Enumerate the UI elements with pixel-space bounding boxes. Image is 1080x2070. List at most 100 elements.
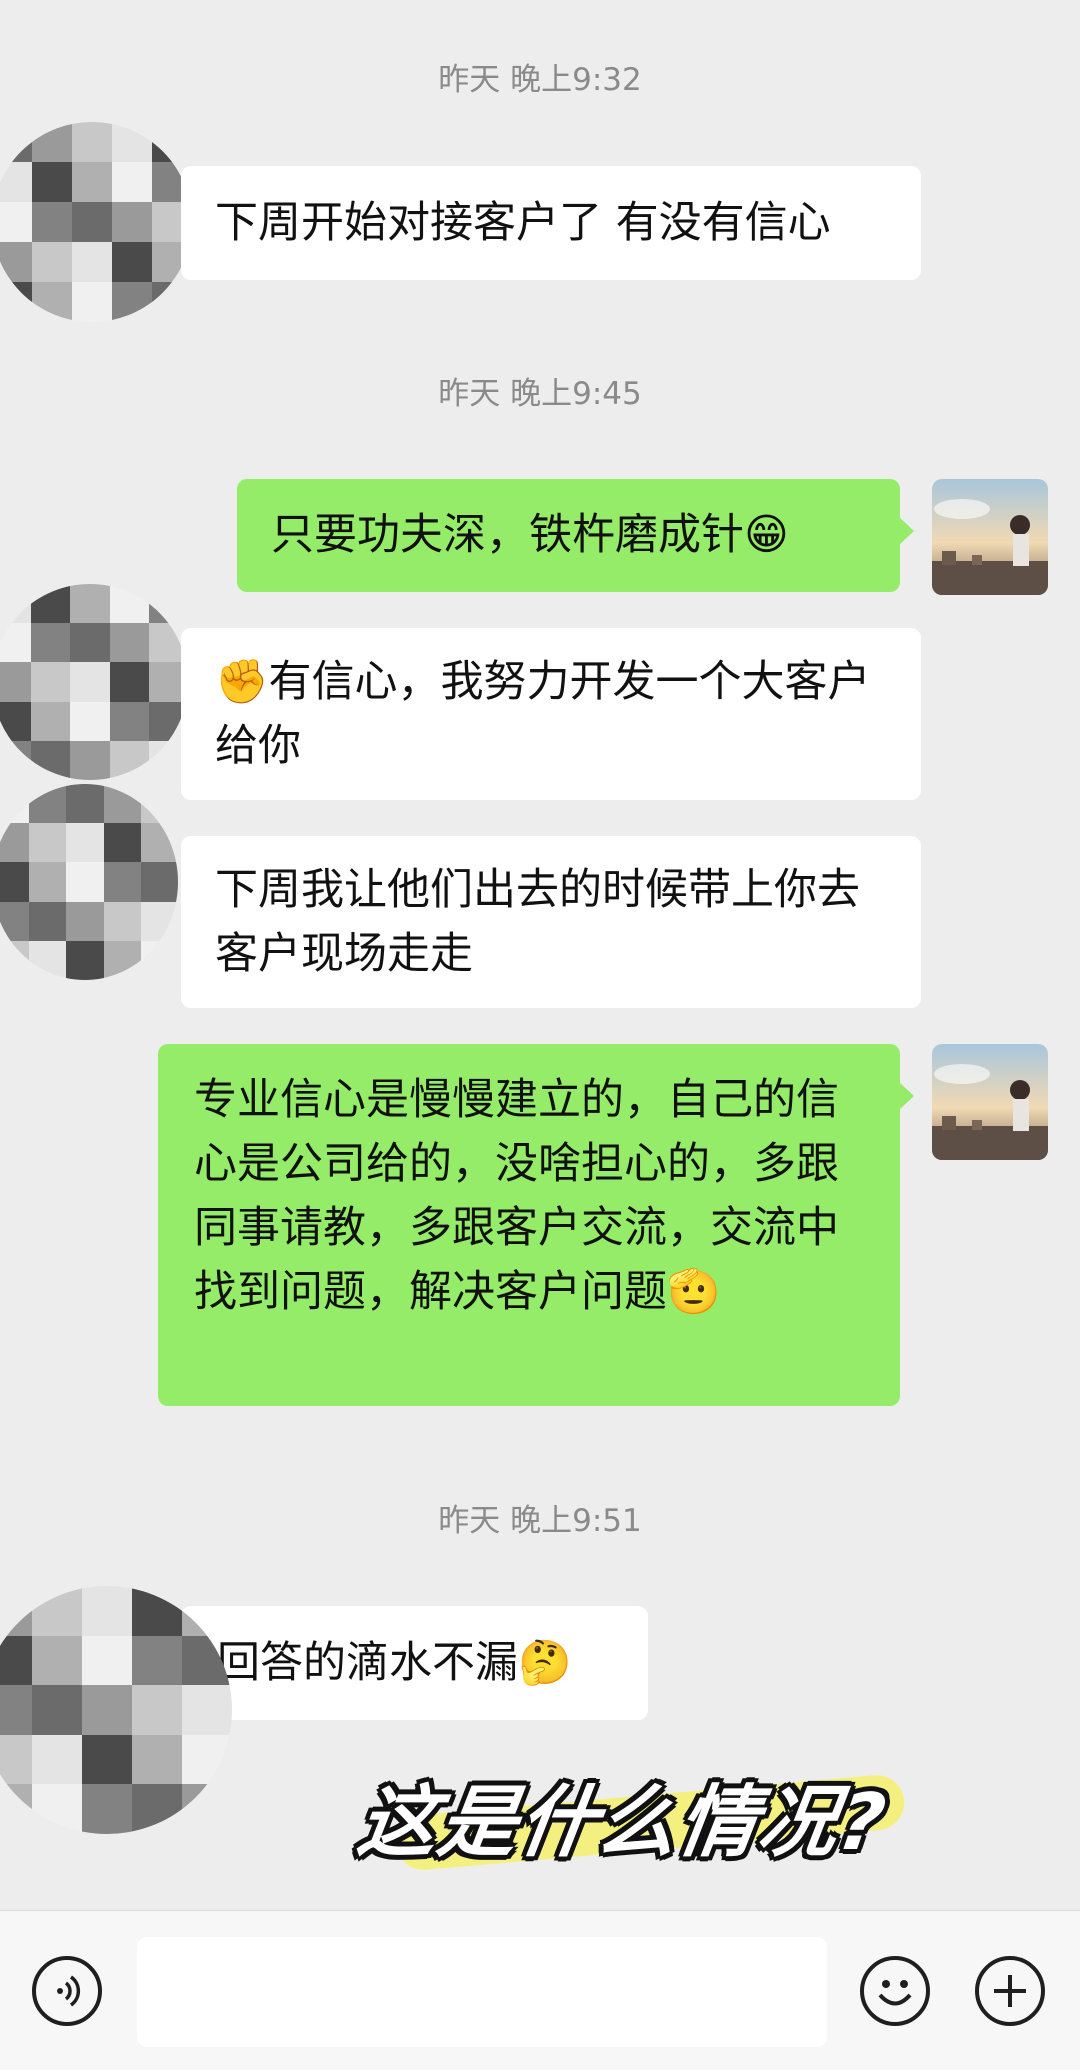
avatar-pixel bbox=[31, 623, 71, 663]
input-bar bbox=[0, 1910, 1080, 2070]
avatar-pixel bbox=[72, 282, 112, 322]
avatar-pixel bbox=[32, 202, 72, 242]
avatar-pixel bbox=[0, 862, 30, 902]
avatar-pixel bbox=[70, 701, 110, 741]
avatar-pixel bbox=[70, 662, 110, 702]
avatar-pixel bbox=[0, 662, 32, 702]
avatar-pixel bbox=[182, 1734, 232, 1785]
overlay-caption: 这是什么情况? bbox=[352, 1778, 893, 1868]
message-bubble[interactable]: 下周我让他们出去的时候带上你去客户现场走走 bbox=[181, 836, 921, 1008]
avatar-pixel bbox=[140, 901, 178, 941]
message-bubble[interactable]: 专业信心是慢慢建立的，自己的信心是公司给的，没啥担心的，多跟同事请教，多跟客户交… bbox=[158, 1044, 914, 1406]
avatar-pixel bbox=[152, 282, 192, 322]
avatar-pixel bbox=[0, 202, 32, 242]
my-avatar[interactable] bbox=[932, 1044, 1048, 1160]
avatar-pixel bbox=[103, 901, 141, 941]
avatar-pixel bbox=[0, 784, 30, 824]
contact-avatar[interactable] bbox=[0, 784, 178, 980]
avatar-pixel bbox=[132, 1635, 182, 1686]
avatar-pixel bbox=[66, 901, 104, 941]
message-bubble[interactable]: 下周开始对接客户了 有没有信心 bbox=[181, 166, 921, 280]
avatar-pixel bbox=[31, 662, 71, 702]
avatar-pixel bbox=[32, 122, 72, 162]
avatar-pixel bbox=[82, 1586, 132, 1636]
avatar-pixel bbox=[0, 701, 32, 741]
avatar-pixel bbox=[66, 823, 104, 863]
avatar-pixel bbox=[109, 662, 149, 702]
timestamp: 昨天 晚上9:51 bbox=[438, 1503, 642, 1539]
avatar-pixel bbox=[72, 242, 112, 282]
avatar-pixel bbox=[152, 122, 192, 162]
avatar-pixel bbox=[32, 1586, 82, 1636]
avatar-pixel bbox=[112, 202, 152, 242]
avatar-pixel bbox=[32, 1635, 82, 1686]
avatar-pixel bbox=[72, 202, 112, 242]
avatar-pixel bbox=[29, 862, 67, 902]
avatar-pixel bbox=[103, 784, 141, 824]
avatar-pixel bbox=[0, 1734, 32, 1785]
avatar-pixel bbox=[29, 784, 67, 824]
avatar-pixel bbox=[0, 823, 30, 863]
my-avatar[interactable] bbox=[932, 479, 1048, 595]
avatar-pixel bbox=[0, 282, 32, 322]
message-bubble[interactable]: 只要功夫深，铁杵磨成针😁 bbox=[237, 479, 914, 592]
avatar-pixel bbox=[29, 823, 67, 863]
avatar-pixel bbox=[132, 1685, 182, 1735]
avatar-pixel bbox=[32, 162, 72, 202]
avatar-pixel bbox=[0, 901, 30, 941]
avatar-pixel bbox=[109, 584, 149, 624]
avatar-pixel bbox=[0, 1784, 32, 1834]
avatar-pixel bbox=[32, 242, 72, 282]
avatar-pixel bbox=[103, 940, 141, 980]
avatar-pixel bbox=[140, 862, 178, 902]
plus-icon[interactable] bbox=[975, 1956, 1045, 2026]
contact-avatar[interactable] bbox=[0, 1586, 232, 1834]
avatar-pixel bbox=[0, 162, 32, 202]
avatar-pixel bbox=[140, 784, 178, 824]
avatar-pixel bbox=[29, 901, 67, 941]
avatar-pixel bbox=[148, 584, 188, 624]
avatar-pixel bbox=[70, 623, 110, 663]
avatar-pixel bbox=[32, 282, 72, 322]
avatar-pixel bbox=[112, 162, 152, 202]
contact-avatar[interactable] bbox=[0, 584, 188, 780]
timestamp: 昨天 晚上9:45 bbox=[438, 376, 642, 412]
avatar-pixel bbox=[103, 862, 141, 902]
voice-icon[interactable] bbox=[32, 1956, 102, 2026]
avatar-pixel bbox=[0, 1635, 32, 1686]
message-bubble[interactable]: 回答的滴水不漏🤔 bbox=[181, 1606, 648, 1720]
avatar-pixel bbox=[32, 1685, 82, 1735]
avatar-pixel bbox=[182, 1685, 232, 1735]
timestamp: 昨天 晚上9:32 bbox=[438, 62, 642, 98]
avatar-pixel bbox=[182, 1784, 232, 1834]
avatar-pixel bbox=[31, 701, 71, 741]
avatar-pixel bbox=[0, 1685, 32, 1735]
avatar-pixel bbox=[109, 701, 149, 741]
avatar-pixel bbox=[72, 162, 112, 202]
avatar-pixel bbox=[0, 584, 32, 624]
avatar-pixel bbox=[82, 1685, 132, 1735]
avatar-pixel bbox=[112, 242, 152, 282]
avatar-pixel bbox=[0, 740, 32, 780]
message-bubble[interactable]: ✊有信心，我努力开发一个大客户给你 bbox=[181, 628, 921, 800]
avatar-pixel bbox=[132, 1784, 182, 1834]
message-input[interactable] bbox=[137, 1937, 827, 2047]
avatar-pixel bbox=[0, 1586, 32, 1636]
emoji-icon[interactable] bbox=[860, 1956, 930, 2026]
avatar-pixel bbox=[103, 823, 141, 863]
avatar-pixel bbox=[66, 862, 104, 902]
avatar-pixel bbox=[0, 122, 32, 162]
avatar-pixel bbox=[140, 940, 178, 980]
avatar-pixel bbox=[109, 740, 149, 780]
avatar-pixel bbox=[66, 784, 104, 824]
avatar-pixel bbox=[132, 1586, 182, 1636]
avatar-pixel bbox=[140, 823, 178, 863]
contact-avatar[interactable] bbox=[0, 122, 192, 322]
avatar-pixel bbox=[109, 623, 149, 663]
avatar-pixel bbox=[82, 1635, 132, 1686]
avatar-pixel bbox=[70, 740, 110, 780]
avatar-pixel bbox=[32, 1784, 82, 1834]
avatar-pixel bbox=[70, 584, 110, 624]
avatar-pixel bbox=[0, 623, 32, 663]
avatar-pixel bbox=[32, 1734, 82, 1785]
